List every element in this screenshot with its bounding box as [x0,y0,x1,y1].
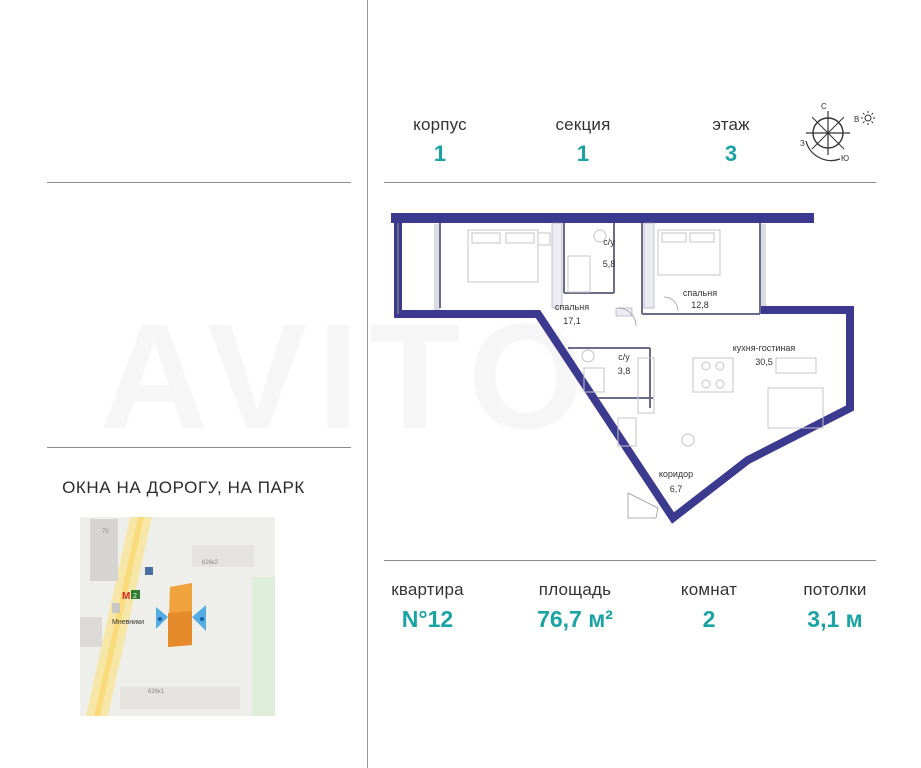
room-6-name: коридор [659,469,693,479]
left-top-divider [47,182,351,183]
room-2-name: спальня [683,288,717,298]
room-2-area: 12,8 [691,300,709,310]
kvartira-block: квартира N°12 [380,580,475,633]
compass-icon: С В Ю З [800,102,875,163]
ploshchad-value: 76,7 м² [537,606,613,632]
windows-caption: ОКНА НА ДОРОГУ, НА ПАРК [62,478,305,497]
metro-station: Мневники [112,619,144,626]
compass-n: С [821,102,827,111]
korpus-value: 1 [433,141,447,166]
kvartira-label: квартира [391,580,464,599]
metro-line: 2 [133,593,137,600]
kvartira-value: N°12 [401,606,454,632]
floor-plan: с/у 5,8 спальня 12,8 спальня 17,1 с/у 3,… [391,213,854,524]
komnat-block: комнат 2 [664,580,754,633]
compass-s: Ю [841,154,849,163]
ploshchad-block: площадь 76,7 м² [520,580,630,633]
right-top-divider [384,182,876,183]
compass-w: З [800,139,805,148]
room-1-name: с/у [603,237,615,247]
korpus-label: корпус [413,115,467,134]
room-3-name: спальня [555,302,589,312]
room-6-area: 6,7 [670,484,683,494]
komnat-value: 2 [702,606,716,632]
sektsiya-label: секция [555,115,611,134]
ploshchad-label: площадь [538,580,612,599]
sektsiya-value: 1 [576,141,590,166]
room-4-area: 3,8 [618,366,631,376]
room-3-area: 17,1 [563,316,581,326]
metro-icon: M [122,591,130,602]
room-4-name: с/у [618,352,630,362]
room-5-name: кухня-гостиная [733,343,796,353]
compass-e: В [854,115,859,124]
building-626k2: 626к2 [202,560,219,566]
building-626k1: 626к1 [148,689,165,695]
etazh-block: этаж 3 [686,115,776,167]
etazh-label: этаж [712,115,750,134]
location-map: M 2 Мневники 626к2 626к1 70 [80,517,275,716]
potolki-value: 3,1 м [807,606,863,632]
komnat-label: комнат [680,580,738,599]
vertical-divider [367,0,368,768]
etazh-value: 3 [724,141,738,166]
potolki-block: потолки 3,1 м [790,580,880,633]
sektsiya-block: секция 1 [538,115,628,167]
left-mid-divider [47,447,351,448]
building-70: 70 [102,529,109,535]
room-1-area: 5,8 [603,259,616,269]
right-bottom-divider [384,560,876,561]
korpus-block: корпус 1 [395,115,485,167]
room-5-area: 30,5 [755,357,773,367]
potolki-label: потолки [803,580,867,599]
